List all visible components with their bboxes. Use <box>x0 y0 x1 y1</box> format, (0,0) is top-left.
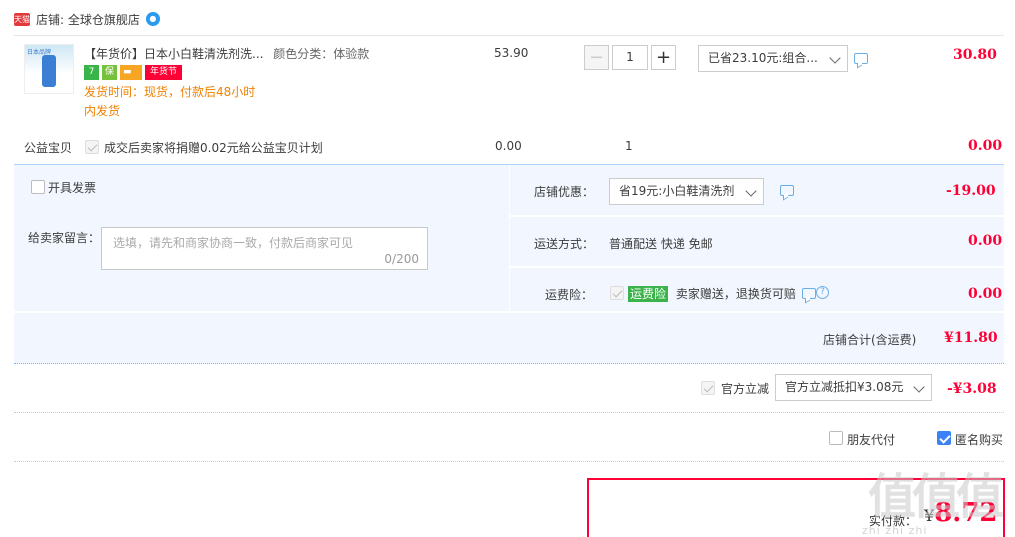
shop-discount-value-text: 省19元:小白鞋清洗剂 <box>619 184 735 198</box>
charity-checkbox <box>85 140 99 154</box>
shipping-label: 运送方式： <box>534 237 595 251</box>
official-discount-select[interactable]: 官方立减抵扣¥3.08元 <box>775 374 932 401</box>
insurance-text: 卖家赠送，退换货可赔 <box>675 287 796 301</box>
credit-card-icon[interactable]: ▬ <box>120 65 142 80</box>
row-divider <box>510 266 1004 268</box>
insurance-tag: 运费险 <box>628 286 669 302</box>
anonymous-checkbox[interactable] <box>937 431 951 445</box>
insurance-amount: 0.00 <box>968 286 1003 302</box>
official-discount-checkbox <box>701 381 715 395</box>
official-discount-label: 官方立减 <box>721 382 770 396</box>
bottle-image <box>42 55 56 87</box>
divider <box>14 412 1004 413</box>
row-divider <box>510 215 1004 217</box>
anonymous-label[interactable]: 匿名购买 <box>955 431 1003 448</box>
charity-qty: 1 <box>625 139 633 153</box>
message-icon[interactable] <box>802 288 816 299</box>
shop-name[interactable]: 店铺: 全球仓旗舰店 <box>36 11 140 28</box>
watermark-logo: 值值值 <box>868 469 1004 525</box>
ship-time-line-2: 内发货 <box>84 104 121 118</box>
invoice-checkbox[interactable] <box>31 180 45 194</box>
shop-discount-select[interactable]: 省19元:小白鞋清洗剂 <box>609 178 764 205</box>
insurance-checkbox <box>610 286 624 300</box>
unit-price: 53.90 <box>494 46 529 60</box>
ww-chat-icon[interactable]: ● <box>145 12 160 26</box>
ship-time-line-1: 发货时间：现货，付款后48小时 <box>84 85 256 99</box>
charity-text: 成交后卖家将捐赠0.02元给公益宝贝计划 <box>104 141 323 155</box>
tmall-icon: 天猫 <box>14 12 30 26</box>
shop-discount-label: 店铺优惠： <box>534 185 595 199</box>
charity-subtotal: 0.00 <box>968 138 1003 154</box>
shipping-amount: 0.00 <box>968 233 1003 249</box>
item-title[interactable]: 【年货价】日本小白鞋清洗剂洗... <box>84 47 263 61</box>
product-thumbnail[interactable]: 日本品牌 <box>24 44 74 94</box>
shop-discount-amount: -19.00 <box>946 183 996 199</box>
quantity-stepper: − 1 + <box>584 45 676 70</box>
quantity-input[interactable]: 1 <box>612 45 648 70</box>
item-discount-select[interactable]: 已省23.10元:组合... <box>698 45 848 72</box>
quantity-minus-button[interactable]: − <box>584 45 609 70</box>
item-row: 日本品牌 【年货价】日本小白鞋清洗剂洗... 颜色分类：体验款 7 保 ▬ 年货… <box>14 35 1004 130</box>
official-discount-amount: -¥3.08 <box>947 381 997 397</box>
message-char-count: 0/200 <box>384 252 419 266</box>
seller-message-textarea[interactable]: 选填，请先和商家协商一致，付款后商家可见 0/200 <box>101 227 428 270</box>
ship-time: 发货时间：现货，付款后48小时 内发货 <box>84 83 274 121</box>
item-discount-value: 已省23.10元:组合... <box>708 51 818 65</box>
shipping-method: 普通配送 快递 免邮 <box>609 237 713 251</box>
insurance-label: 运费险： <box>545 288 594 302</box>
shop-total-label: 店铺合计(含运费) <box>823 333 917 347</box>
message-label: 给卖家留言： <box>28 231 101 245</box>
help-icon[interactable]: ? <box>816 286 829 299</box>
item-title-line: 【年货价】日本小白鞋清洗剂洗... 颜色分类：体验款 <box>84 45 424 62</box>
message-placeholder: 选填，请先和商家协商一致，付款后商家可见 <box>113 236 354 250</box>
invoice-label[interactable]: 开具发票 <box>48 179 96 196</box>
shop-header: 天猫 店铺: 全球仓旗舰店 ● <box>14 9 160 29</box>
message-icon[interactable] <box>780 185 794 196</box>
charity-label: 公益宝贝 <box>24 141 73 155</box>
seven-day-return-icon[interactable]: 7 <box>84 65 99 80</box>
row-divider <box>14 311 1004 313</box>
panel-divider <box>509 165 510 313</box>
friend-pay-label[interactable]: 朋友代付 <box>847 431 895 448</box>
quantity-plus-button[interactable]: + <box>651 45 676 70</box>
insurance-text-line: 运费险 卖家赠送，退换货可赔 <box>628 285 796 302</box>
nianhuo-festival-badge: 年货节 <box>145 65 183 80</box>
charity-price: 0.00 <box>495 139 522 153</box>
divider <box>14 461 1004 462</box>
item-sku: 颜色分类：体验款 <box>273 47 370 61</box>
watermark-subtext: zhi zhi zhi <box>862 524 928 537</box>
item-badges: 7 保 ▬ 年货节 <box>84 65 183 80</box>
shop-total-amount: ¥11.80 <box>944 330 998 346</box>
friend-pay-checkbox[interactable] <box>829 431 843 445</box>
message-icon[interactable] <box>854 53 868 64</box>
official-discount-select-text: 官方立减抵扣¥3.08元 <box>785 380 904 394</box>
chevron-down-icon <box>745 185 757 197</box>
order-options-panel: 开具发票 给卖家留言： 选填，请先和商家协商一致，付款后商家可见 0/200 店… <box>14 164 1004 364</box>
chevron-down-icon <box>913 381 925 393</box>
guarantee-icon[interactable]: 保 <box>102 65 117 80</box>
chevron-down-icon <box>829 52 841 64</box>
item-subtotal: 30.80 <box>953 47 997 63</box>
